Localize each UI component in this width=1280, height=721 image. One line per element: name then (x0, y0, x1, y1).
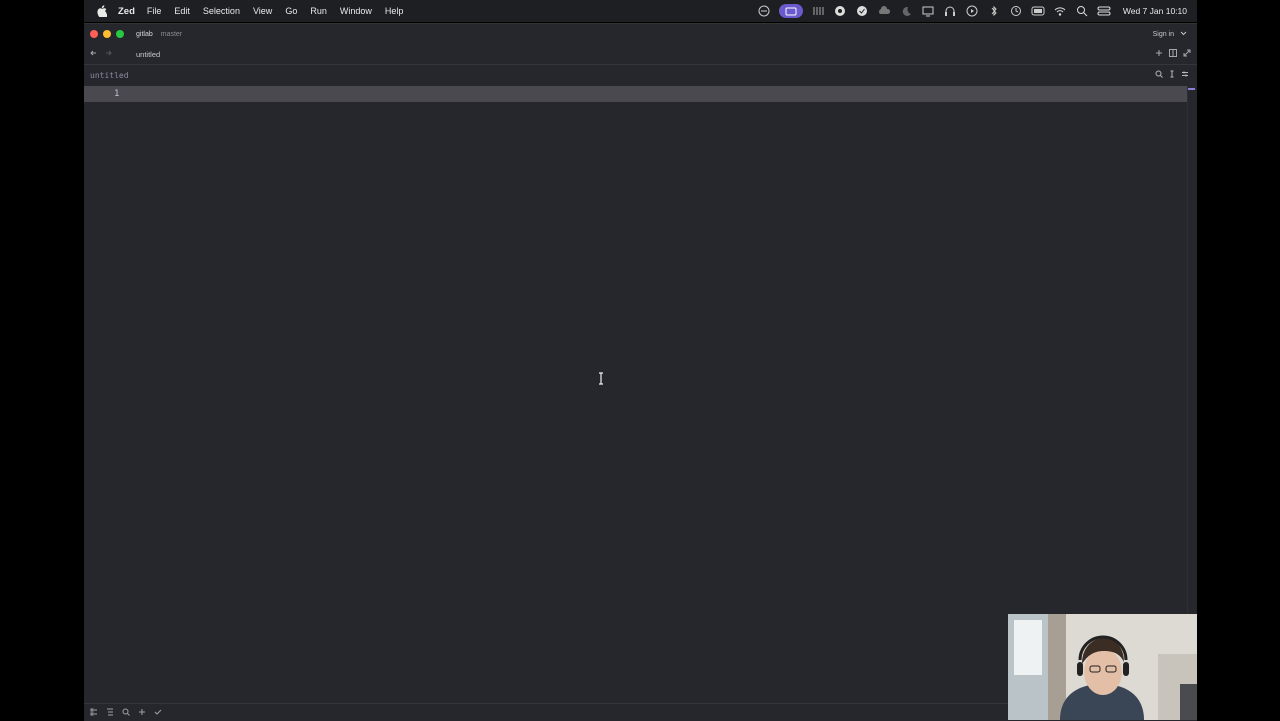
check-circle-icon[interactable] (855, 4, 869, 18)
sign-in-button[interactable]: Sign in (1153, 31, 1174, 38)
zoom-window-button[interactable] (116, 30, 124, 38)
webcam-overlay (1008, 614, 1197, 720)
menu-help[interactable]: Help (385, 6, 404, 16)
maximize-icon[interactable] (1183, 49, 1191, 59)
play-icon[interactable] (965, 4, 979, 18)
sign-in-area[interactable]: Sign in (1153, 24, 1187, 44)
editor-area[interactable]: 1 (84, 86, 1188, 703)
navigation-arrows (90, 49, 130, 59)
search-panel-icon[interactable] (122, 708, 130, 718)
display-icon[interactable] (757, 4, 771, 18)
tab-label: untitled (136, 49, 161, 59)
menu-selection[interactable]: Selection (203, 6, 240, 16)
text-cursor-pointer-icon (598, 372, 604, 385)
cloud-icon[interactable] (877, 4, 891, 18)
git-panel-icon[interactable] (138, 708, 146, 718)
bars-icon[interactable] (811, 4, 825, 18)
apple-icon[interactable] (94, 0, 110, 22)
macos-menu-bar: Zed File Edit Selection View Go Run Wind… (84, 0, 1197, 22)
minimize-window-button[interactable] (103, 30, 111, 38)
breadcrumb[interactable]: untitled (90, 71, 129, 80)
battery-icon[interactable] (1031, 4, 1045, 18)
text-cursor-icon[interactable] (1169, 70, 1175, 80)
editor-toolbar (1155, 65, 1189, 85)
chevron-down-icon[interactable] (1180, 31, 1187, 38)
scroll-position-marker (1188, 88, 1195, 90)
bluetooth-icon[interactable] (987, 4, 1001, 18)
breadcrumb-bar: untitled (84, 65, 1197, 85)
control-center-icon[interactable] (1097, 4, 1111, 18)
new-tab-icon[interactable] (1155, 49, 1163, 59)
menu-go[interactable]: Go (285, 6, 297, 16)
webcam-person-image (1008, 614, 1197, 720)
menu-run[interactable]: Run (310, 6, 327, 16)
back-arrow-icon[interactable] (90, 49, 98, 59)
menu-file[interactable]: File (147, 6, 162, 16)
history-icon[interactable] (1009, 4, 1023, 18)
diagnostics-check-icon[interactable] (154, 708, 162, 718)
project-panel-icon[interactable] (90, 708, 98, 718)
moon-icon[interactable] (899, 4, 913, 18)
menu-view[interactable]: View (253, 6, 272, 16)
tab-bar: untitled (84, 44, 1197, 65)
tab-untitled[interactable]: untitled (130, 44, 167, 64)
tab-bar-actions (1155, 44, 1191, 64)
branch-name[interactable]: master (161, 31, 182, 38)
menu-edit[interactable]: Edit (174, 6, 190, 16)
editor-scrollbar[interactable] (1187, 86, 1195, 703)
title-bar: gitlab master Sign in (84, 24, 1197, 44)
menu-window[interactable]: Window (340, 6, 372, 16)
wifi-icon[interactable] (1053, 4, 1067, 18)
headphones-icon[interactable] (943, 4, 957, 18)
close-window-button[interactable] (90, 30, 98, 38)
split-pane-icon[interactable] (1169, 49, 1177, 59)
forward-arrow-icon[interactable] (104, 49, 112, 59)
line-number: 1 (114, 89, 120, 99)
search-icon[interactable] (1155, 70, 1163, 80)
app-name-menu[interactable]: Zed (118, 6, 135, 17)
project-name[interactable]: gitlab (136, 31, 153, 38)
screen-record-icon[interactable] (778, 4, 803, 18)
settings-sliders-icon[interactable] (1181, 70, 1189, 80)
status-menu-extras: Wed 7 Jan 10:10 (757, 0, 1187, 22)
window-controls (90, 30, 124, 38)
current-line-highlight: 1 (84, 86, 1188, 102)
menu-bar-clock[interactable]: Wed 7 Jan 10:10 (1123, 6, 1187, 16)
circle-icon[interactable] (833, 4, 847, 18)
outline-panel-icon[interactable] (106, 708, 114, 718)
monitor-icon[interactable] (921, 4, 935, 18)
search-icon[interactable] (1075, 4, 1089, 18)
